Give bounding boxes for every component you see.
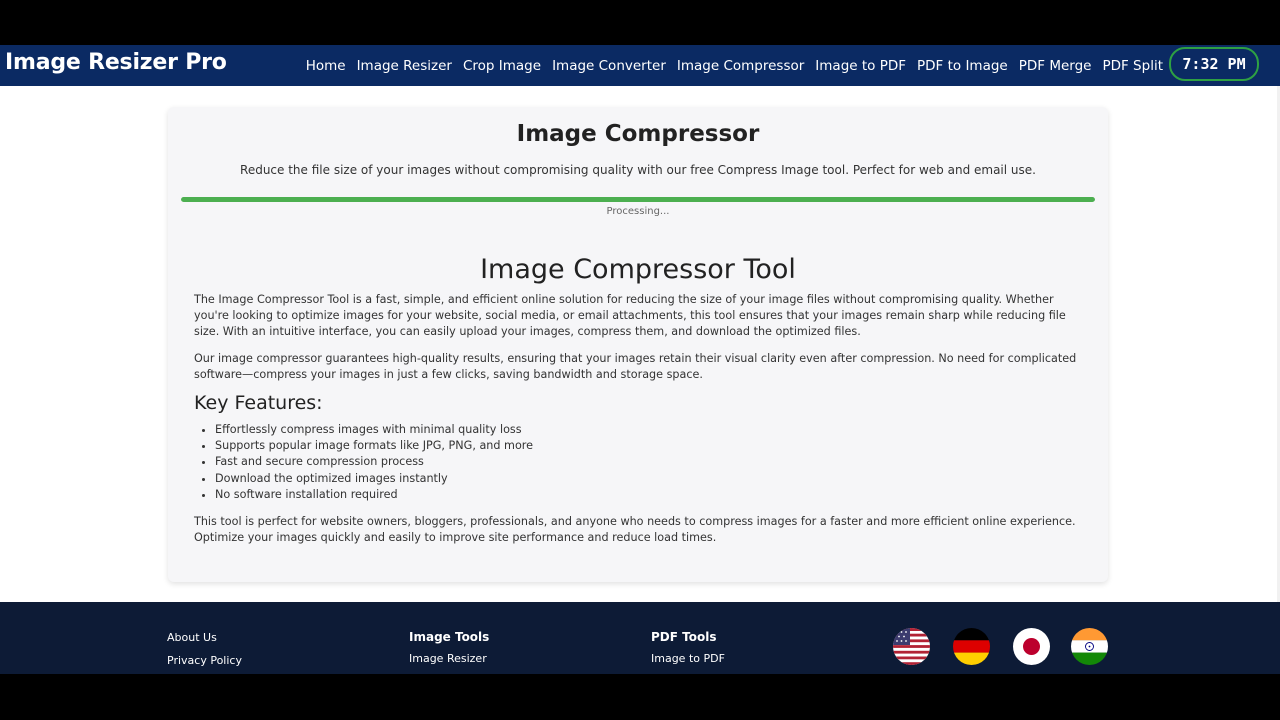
section-title: Image Compressor Tool [480,254,796,285]
features-title: Key Features: [194,392,323,414]
features-list: Effortlessly compress images with minima… [194,422,533,503]
nav-image-converter[interactable]: Image Converter [552,58,666,74]
quality-paragraph: Our image compressor guarantees high-qua… [194,352,1077,381]
browser-viewport: Image Resizer Pro Home Image Resizer Cro… [0,45,1280,674]
india-flag-icon[interactable] [1071,628,1108,665]
progress-bar [181,197,1095,202]
nav-image-compressor[interactable]: Image Compressor [677,58,804,74]
footer-about-link[interactable]: About Us [167,631,217,644]
nav-image-resizer[interactable]: Image Resizer [357,58,452,74]
progress-fill [181,197,1095,202]
closing-paragraph: This tool is perfect for website owners,… [194,515,1076,544]
nav-crop-image[interactable]: Crop Image [463,58,541,74]
page-subtitle: Reduce the file size of your images with… [240,163,1036,177]
footer-image-tools-heading: Image Tools [409,630,490,644]
nav-image-to-pdf[interactable]: Image to PDF [815,58,906,74]
navbar: Image Resizer Pro Home Image Resizer Cro… [0,45,1280,86]
progress-status: Processing... [606,206,670,217]
list-item: Supports popular image formats like JPG,… [215,438,533,454]
list-item: Download the optimized images instantly [215,471,533,487]
nav-pdf-merge[interactable]: PDF Merge [1019,58,1092,74]
footer-image-resizer-link[interactable]: Image Resizer [409,652,487,665]
footer-privacy-link[interactable]: Privacy Policy [167,654,242,667]
footer-image-to-pdf-link[interactable]: Image to PDF [651,652,725,665]
list-item: No software installation required [215,487,533,503]
intro-paragraph: The Image Compressor Tool is a fast, sim… [194,293,1066,338]
compressor-card: Image Compressor Reduce the file size of… [168,107,1108,582]
footer-pdf-tools-heading: PDF Tools [651,630,717,644]
nav-links: Home Image Resizer Crop Image Image Conv… [306,45,1163,86]
footer: About Us Privacy Policy Image Tools Imag… [0,602,1280,674]
clock-display: 7:32 PM [1169,47,1259,81]
nav-home[interactable]: Home [306,58,346,74]
brand-logo[interactable]: Image Resizer Pro [5,50,227,75]
list-item: Effortlessly compress images with minima… [215,422,533,438]
japan-flag-icon[interactable] [1013,628,1050,665]
list-item: Fast and secure compression process [215,454,533,470]
nav-pdf-to-image[interactable]: PDF to Image [917,58,1008,74]
page-title: Image Compressor [516,121,760,147]
germany-flag-icon[interactable] [953,628,990,665]
nav-pdf-split[interactable]: PDF Split [1102,58,1163,74]
us-flag-icon[interactable] [893,628,930,665]
